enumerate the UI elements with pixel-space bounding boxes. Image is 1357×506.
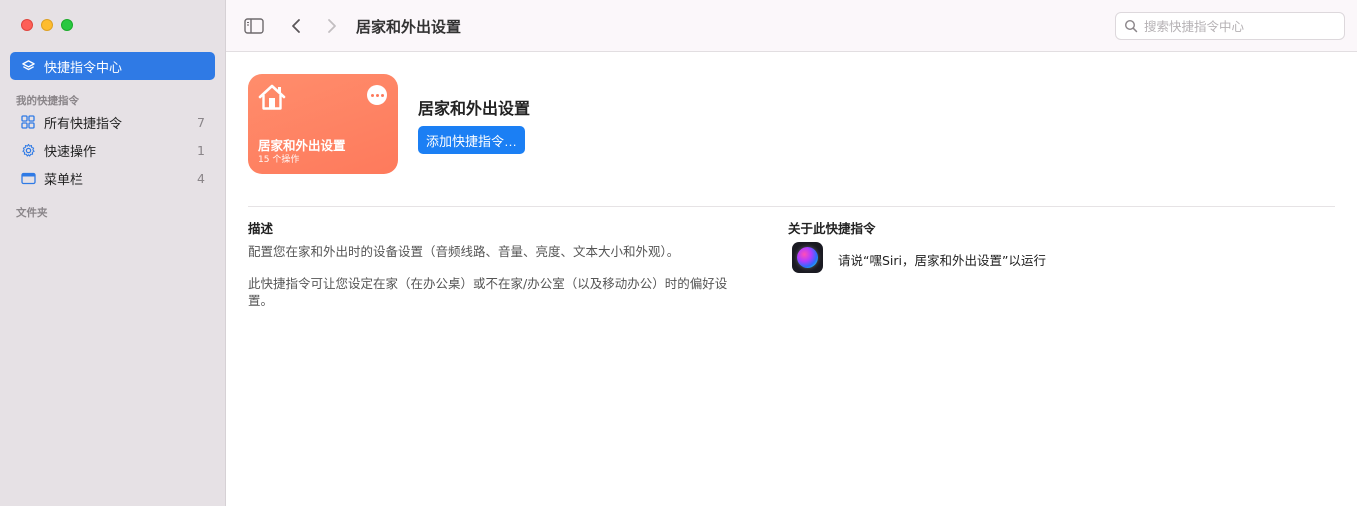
toolbar: 居家和外出设置 <box>226 0 1357 52</box>
description-paragraph: 此快捷指令可让您设定在家（在办公桌）或不在家/办公室（以及移动办公）时的偏好设置… <box>248 276 728 308</box>
back-button[interactable] <box>288 16 304 36</box>
sidebar-item-menu-bar[interactable]: 菜单栏 4 <box>20 166 210 190</box>
search-icon <box>1124 19 1138 33</box>
sidebar-item-label: 快速操作 <box>44 144 97 160</box>
main-content: 居家和外出设置 居家和外出设置 <box>226 0 1357 506</box>
add-shortcut-button[interactable]: 添加快捷指令… <box>418 126 526 154</box>
chevron-left-icon <box>292 19 300 33</box>
sidebar-item-label: 所有快捷指令 <box>44 116 123 132</box>
divider <box>248 206 1335 207</box>
search-input[interactable] <box>1144 18 1334 34</box>
sidebar-item-count: 7 <box>197 114 205 130</box>
sidebar-item-count: 1 <box>197 142 205 158</box>
siri-icon <box>792 242 823 273</box>
sidebar-item-label: 菜单栏 <box>44 172 84 188</box>
close-window-button[interactable] <box>21 19 33 31</box>
layers-icon <box>20 58 36 74</box>
grid-icon <box>20 114 36 130</box>
toggle-sidebar-button[interactable] <box>244 17 264 35</box>
sidebar-toggle-icon <box>244 18 264 34</box>
gear-icon <box>20 142 36 158</box>
sidebar-item-quick-actions[interactable]: 快速操作 1 <box>20 138 210 162</box>
zoom-window-button[interactable] <box>61 19 73 31</box>
toolbar-title: 居家和外出设置 <box>356 18 462 36</box>
shortcut-title: 居家和外出设置 <box>418 99 531 118</box>
sidebar-item-count: 4 <box>197 170 205 186</box>
search-field[interactable] <box>1115 12 1345 40</box>
card-action-count: 15 个操作 <box>258 155 300 165</box>
window-controls <box>21 19 73 31</box>
about-heading: 关于此快捷指令 <box>788 221 876 236</box>
shortcut-card[interactable]: 居家和外出设置 15 个操作 <box>248 74 398 174</box>
sidebar-item-gallery[interactable]: 快捷指令中心 <box>10 52 215 80</box>
sidebar: 快捷指令中心 我的快捷指令 所有快捷指令 7 快速操作 1 菜单栏 4 文件夹 <box>0 0 226 506</box>
forward-button[interactable] <box>324 16 340 36</box>
sidebar-item-label: 快捷指令中心 <box>44 60 123 76</box>
sidebar-section-folders: 文件夹 <box>16 207 48 219</box>
shortcuts-window: 快捷指令中心 我的快捷指令 所有快捷指令 7 快速操作 1 菜单栏 4 文件夹 … <box>0 0 1357 506</box>
sidebar-item-all-shortcuts[interactable]: 所有快捷指令 7 <box>20 110 210 134</box>
more-options-button[interactable] <box>367 85 387 105</box>
menubar-window-icon <box>20 170 36 186</box>
description-heading: 描述 <box>248 221 274 236</box>
chevron-right-icon <box>328 19 336 33</box>
house-icon <box>257 83 287 115</box>
siri-phrase: 请说“嘿Siri，居家和外出设置”以运行 <box>838 253 1046 268</box>
minimize-window-button[interactable] <box>41 19 53 31</box>
description-paragraph: 配置您在家和外出时的设备设置（音频线路、音量、亮度、文本大小和外观）。 <box>248 244 680 259</box>
sidebar-section-my-shortcuts: 我的快捷指令 <box>16 95 79 107</box>
